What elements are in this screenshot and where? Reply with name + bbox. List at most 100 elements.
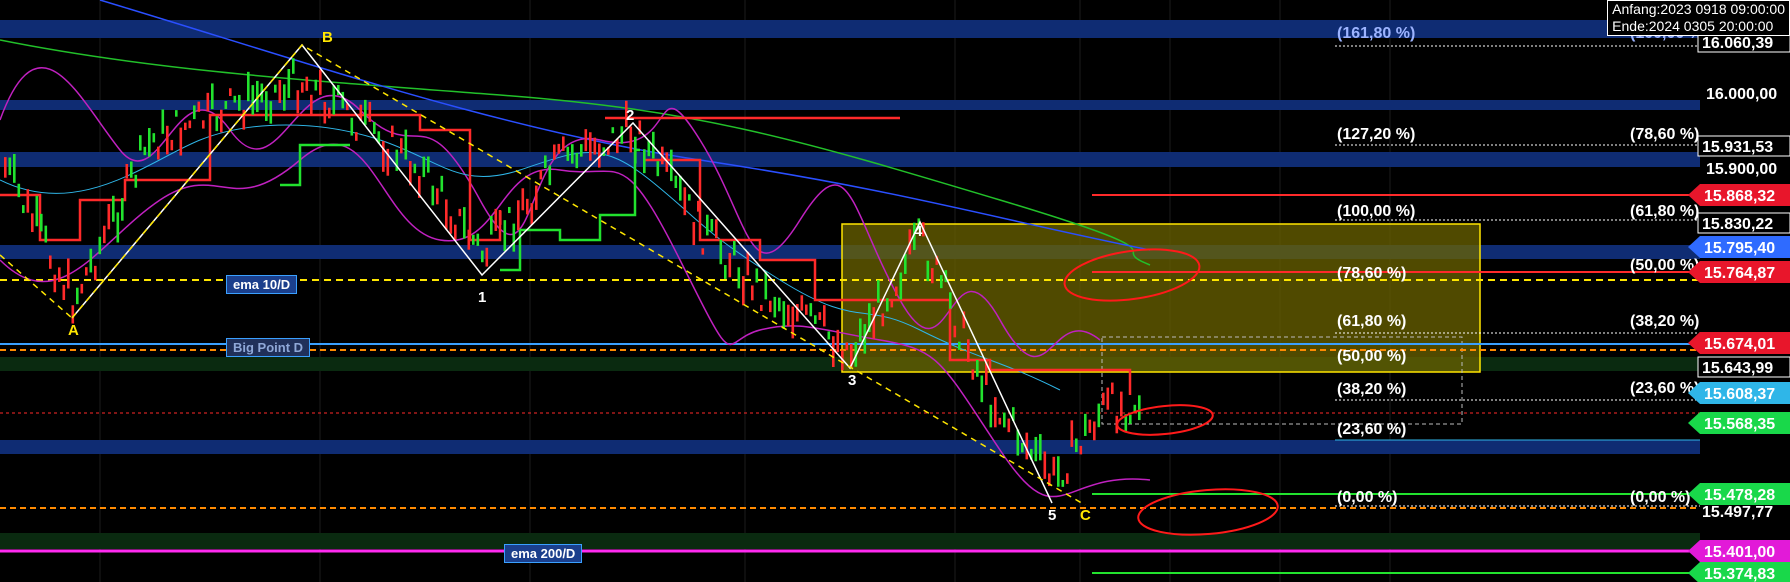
candle xyxy=(521,188,525,211)
candle xyxy=(818,312,822,320)
candle xyxy=(832,336,835,368)
price-badge-label: 15.795,40 xyxy=(1704,240,1775,257)
candle xyxy=(580,144,583,157)
candle xyxy=(202,120,205,129)
candle xyxy=(134,174,138,188)
candle xyxy=(152,133,156,143)
candle xyxy=(589,132,592,161)
candle xyxy=(305,76,309,91)
candle xyxy=(548,165,552,186)
bigpoint-tag[interactable]: Big Point D xyxy=(226,338,311,357)
candle xyxy=(296,90,300,114)
candle xyxy=(112,195,115,222)
candle xyxy=(809,303,813,317)
candle xyxy=(49,255,52,269)
candle xyxy=(157,146,160,160)
candle xyxy=(184,122,187,131)
ema10-tag[interactable]: ema 10/D xyxy=(226,275,298,294)
candle xyxy=(773,296,777,318)
price-badge-label: 15.568,35 xyxy=(1704,416,1775,433)
candle xyxy=(166,125,169,155)
candle xyxy=(413,163,417,174)
candle xyxy=(1075,438,1078,453)
candle xyxy=(62,284,66,301)
candle xyxy=(220,109,223,133)
candle xyxy=(553,144,556,160)
wave-label-1: 1 xyxy=(478,289,486,306)
candle xyxy=(881,313,885,327)
price-tick-2: 15.931,53 xyxy=(1702,139,1773,156)
candle xyxy=(445,199,448,230)
candle xyxy=(368,101,372,122)
candle xyxy=(544,155,547,169)
candle xyxy=(427,156,430,173)
candle xyxy=(539,170,543,180)
candle xyxy=(373,121,376,134)
candle xyxy=(656,161,660,177)
candle xyxy=(215,116,219,132)
candle xyxy=(310,94,313,115)
candle xyxy=(1034,436,1038,462)
candle xyxy=(1138,395,1141,421)
candle xyxy=(355,132,358,141)
candle xyxy=(116,212,120,243)
candle xyxy=(58,267,61,282)
candle xyxy=(688,194,691,201)
candle xyxy=(593,137,597,155)
candle xyxy=(737,267,741,289)
price-badge: 15.568,35 xyxy=(1688,412,1790,434)
candle xyxy=(701,248,705,255)
price-badge: 15.478,28 xyxy=(1688,483,1790,505)
price-badge: 15.764,87 xyxy=(1688,261,1790,283)
candle xyxy=(76,287,79,305)
candle xyxy=(562,136,565,151)
candle xyxy=(490,215,493,235)
candle xyxy=(67,258,70,289)
candle xyxy=(238,94,241,111)
candle xyxy=(566,146,570,161)
price-badge-label: 15.401,00 xyxy=(1704,544,1775,561)
candle xyxy=(836,329,840,353)
candle xyxy=(994,397,997,428)
candle xyxy=(1120,391,1123,417)
candle xyxy=(886,298,889,312)
candle xyxy=(728,252,732,278)
ema200-tag[interactable]: ema 200/D xyxy=(504,544,583,563)
price-badge-label: 15.374,83 xyxy=(1704,566,1775,582)
start-date: Anfang:2023 0918 09:00:00 xyxy=(1612,1,1785,17)
candle xyxy=(103,225,106,244)
candle xyxy=(575,152,579,169)
candle xyxy=(139,135,142,151)
candle xyxy=(319,69,322,95)
fib-left-50: (50,00 %) xyxy=(1337,348,1406,365)
candle xyxy=(382,141,385,172)
candle xyxy=(940,275,943,289)
candle xyxy=(755,268,759,283)
fib-left-0: (0,00 %) xyxy=(1337,489,1397,506)
candle xyxy=(683,187,687,216)
fib-right-78: (78,60 %) xyxy=(1630,126,1699,143)
price-badge-label: 15.478,28 xyxy=(1704,487,1775,504)
candle xyxy=(967,339,970,362)
candle xyxy=(107,203,111,230)
wave-label-4: 4 xyxy=(914,223,923,240)
candle xyxy=(1102,392,1105,406)
candle xyxy=(1129,414,1132,424)
price-tick-5: 15.643,99 xyxy=(1702,360,1773,377)
candle xyxy=(989,404,993,428)
fib-right-23: (23,60 %) xyxy=(1630,380,1699,397)
fib-right-38: (38,20 %) xyxy=(1630,313,1699,330)
candle xyxy=(143,146,147,156)
candle xyxy=(94,265,97,281)
candle xyxy=(827,331,831,340)
candle xyxy=(517,200,520,231)
candle xyxy=(197,101,201,112)
wave-label-c: C xyxy=(1080,507,1091,524)
candle xyxy=(170,139,174,151)
candle xyxy=(481,250,484,263)
candle xyxy=(1061,479,1065,487)
candle xyxy=(976,360,979,377)
wave-label-a: A xyxy=(68,322,79,339)
candle xyxy=(616,138,619,154)
candle xyxy=(823,305,826,327)
